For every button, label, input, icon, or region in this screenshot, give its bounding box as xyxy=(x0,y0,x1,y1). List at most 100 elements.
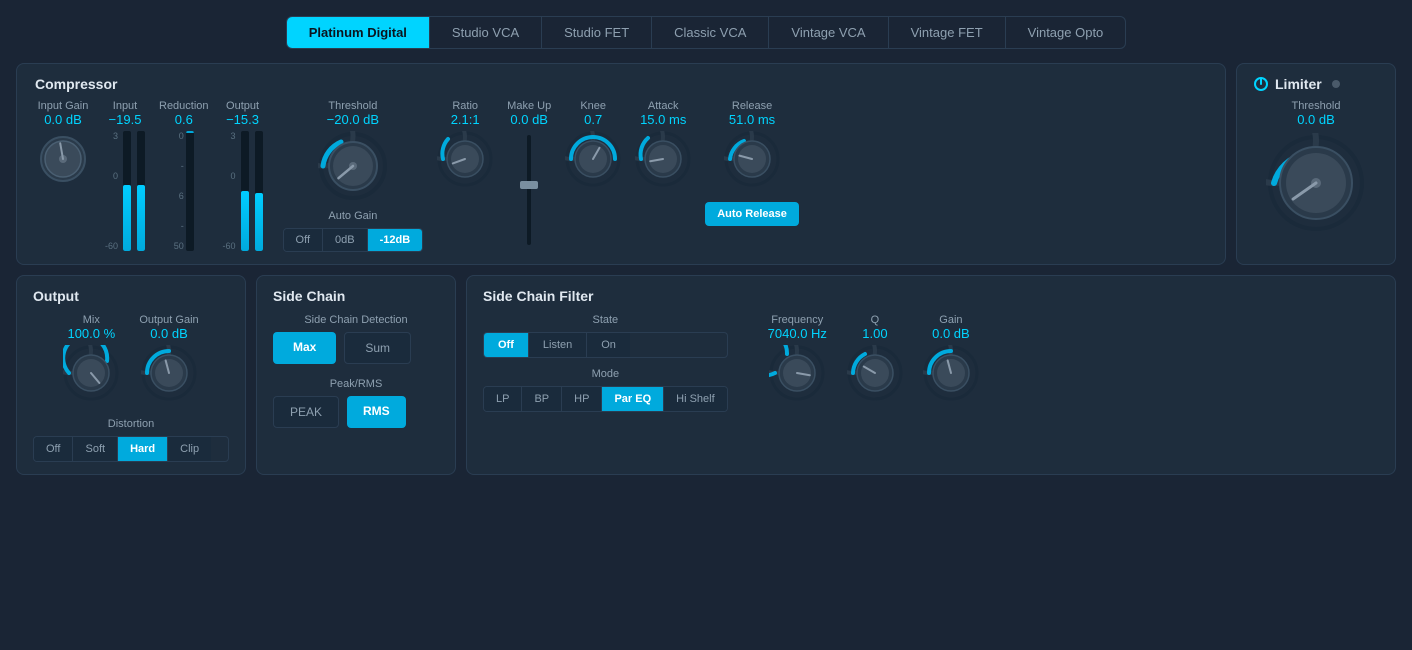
tab-studio-vca[interactable]: Studio VCA xyxy=(429,17,541,48)
auto-gain-off-btn[interactable]: Off xyxy=(284,229,323,251)
sidechain-filter-panel: Side Chain Filter State Off Listen On xyxy=(466,275,1396,475)
knee-control: Knee 0.7 xyxy=(565,100,621,192)
release-label: Release xyxy=(732,100,772,112)
auto-gain-12db-btn[interactable]: -12dB xyxy=(368,229,423,251)
state-off-btn[interactable]: Off xyxy=(484,333,529,357)
state-on-btn[interactable]: On xyxy=(587,333,630,357)
state-listen-btn[interactable]: Listen xyxy=(529,333,587,357)
frequency-label: Frequency xyxy=(771,314,823,326)
limiter-power-button[interactable] xyxy=(1253,76,1269,92)
q-knob[interactable] xyxy=(847,345,903,406)
peak-rms-label: Peak/RMS xyxy=(273,378,439,390)
q-control: Q 1.00 xyxy=(847,314,903,406)
attack-value: 15.0 ms xyxy=(640,112,686,127)
ratio-value: 2.1:1 xyxy=(451,112,480,127)
threshold-control: Threshold −20.0 dB xyxy=(283,100,424,252)
distortion-clip-btn[interactable]: Clip xyxy=(168,437,211,461)
threshold-value: −20.0 dB xyxy=(327,112,379,127)
limiter-dot xyxy=(1332,80,1340,88)
output-gain-value: 0.0 dB xyxy=(150,326,188,341)
sidechain-filter-title: Side Chain Filter xyxy=(483,288,1379,304)
reduction-value: 0.6 xyxy=(175,112,193,127)
mix-control: Mix 100.0 % xyxy=(63,314,119,406)
input-gain-control: Input Gain 0.0 dB xyxy=(35,100,91,192)
auto-release-button[interactable]: Auto Release xyxy=(705,202,799,226)
tab-vintage-fet[interactable]: Vintage FET xyxy=(888,17,1005,48)
distortion-soft-btn[interactable]: Soft xyxy=(73,437,118,461)
scf-gain-label: Gain xyxy=(939,314,962,326)
input-meter-label: Input xyxy=(113,100,137,112)
mix-label: Mix xyxy=(83,314,100,326)
output-meter-bar-r xyxy=(255,131,263,251)
reduction-label: Reduction xyxy=(159,100,209,112)
frequency-control: Frequency 7040.0 Hz xyxy=(768,314,827,406)
attack-label: Attack xyxy=(648,100,679,112)
tab-vintage-vca[interactable]: Vintage VCA xyxy=(768,17,887,48)
output-panel: Output Mix 100.0 % xyxy=(16,275,246,475)
input-gain-knob[interactable] xyxy=(35,131,91,192)
tab-vintage-opto[interactable]: Vintage Opto xyxy=(1005,17,1126,48)
knee-knob[interactable] xyxy=(565,131,621,192)
limiter-threshold-label: Threshold xyxy=(1292,100,1341,112)
knee-label: Knee xyxy=(580,100,606,112)
distortion-off-btn[interactable]: Off xyxy=(34,437,73,461)
peak-btn[interactable]: PEAK xyxy=(273,396,339,428)
limiter-threshold-value: 0.0 dB xyxy=(1297,112,1335,127)
frequency-knob[interactable] xyxy=(769,345,825,406)
detection-sum-btn[interactable]: Sum xyxy=(344,332,411,364)
auto-gain-0db-btn[interactable]: 0dB xyxy=(323,229,368,251)
output-gain-label: Output Gain xyxy=(139,314,198,326)
output-gain-control: Output Gain 0.0 dB xyxy=(139,314,198,406)
limiter-panel: Limiter Threshold 0.0 dB xyxy=(1236,63,1396,265)
rms-btn[interactable]: RMS xyxy=(347,396,406,428)
makeup-slider-thumb[interactable] xyxy=(520,181,538,189)
release-knob[interactable] xyxy=(724,131,780,192)
q-value: 1.00 xyxy=(862,326,887,341)
q-label: Q xyxy=(871,314,880,326)
output-label: Output xyxy=(226,100,259,112)
tab-classic-vca[interactable]: Classic VCA xyxy=(651,17,768,48)
compressor-panel: Compressor Input Gain 0.0 dB xyxy=(16,63,1226,265)
threshold-label: Threshold xyxy=(328,100,377,112)
input-gain-value: 0.0 dB xyxy=(44,112,82,127)
compressor-title: Compressor xyxy=(35,76,1207,92)
mode-lp-btn[interactable]: LP xyxy=(484,387,522,411)
distortion-hard-btn[interactable]: Hard xyxy=(118,437,168,461)
mode-label: Mode xyxy=(483,368,728,380)
auto-gain-label: Auto Gain xyxy=(283,210,424,222)
output-meter-bar-l xyxy=(241,131,249,251)
mix-knob[interactable] xyxy=(63,345,119,406)
detection-max-btn[interactable]: Max xyxy=(273,332,336,364)
mode-hp-btn[interactable]: HP xyxy=(562,387,602,411)
tab-studio-fet[interactable]: Studio FET xyxy=(541,17,651,48)
scf-gain-value: 0.0 dB xyxy=(932,326,970,341)
release-control: Release 51.0 ms Auto Release xyxy=(705,100,799,226)
input-gain-label: Input Gain xyxy=(38,100,89,112)
ratio-control: Ratio 2.1:1 xyxy=(437,100,493,192)
tab-platinum-digital[interactable]: Platinum Digital xyxy=(287,17,429,48)
mode-hishelf-btn[interactable]: Hi Shelf xyxy=(664,387,727,411)
mix-value: 100.0 % xyxy=(67,326,115,341)
mode-bp-btn[interactable]: BP xyxy=(522,387,562,411)
attack-knob[interactable] xyxy=(635,131,691,192)
limiter-threshold-knob[interactable] xyxy=(1266,133,1366,238)
scf-gain-control: Gain 0.0 dB xyxy=(923,314,979,406)
scf-gain-knob[interactable] xyxy=(923,345,979,406)
input-meter-control: Input −19.5 3 0 -60 xyxy=(105,100,145,251)
ratio-label: Ratio xyxy=(452,100,478,112)
makeup-label: Make Up xyxy=(507,100,551,112)
limiter-title: Limiter xyxy=(1275,76,1322,92)
reduction-meter-bar xyxy=(186,131,194,251)
threshold-knob[interactable] xyxy=(318,131,388,206)
tab-bar: Platinum Digital Studio VCA Studio FET C… xyxy=(16,16,1396,49)
mode-pareq-btn[interactable]: Par EQ xyxy=(602,387,664,411)
state-label: State xyxy=(483,314,728,326)
output-title: Output xyxy=(33,288,229,304)
distortion-label: Distortion xyxy=(33,418,229,430)
sidechain-detection-label: Side Chain Detection xyxy=(273,314,439,326)
release-value: 51.0 ms xyxy=(729,112,775,127)
ratio-knob[interactable] xyxy=(437,131,493,192)
output-gain-knob[interactable] xyxy=(141,345,197,406)
reduction-meter-control: Reduction 0.6 0 - 6 - 50 xyxy=(159,100,209,251)
makeup-value: 0.0 dB xyxy=(510,112,548,127)
